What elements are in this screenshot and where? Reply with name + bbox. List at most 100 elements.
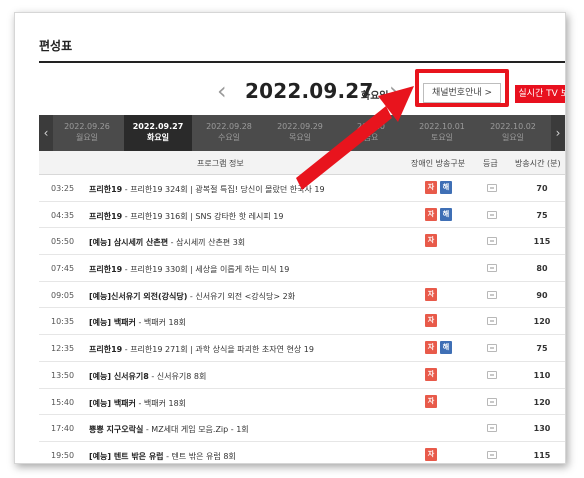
row-program[interactable]: 뿅뿅 지구오락실 - MZ세대 게임 모음.Zip - 1회 [89,424,399,435]
rating-icon [487,397,497,406]
date-tabs: ‹ › 2022.09.26 월요일 2022.09.27 화요일 2022.09.28… [39,115,565,151]
date-tab[interactable]: 2022.09.27 화요일 [124,115,192,151]
program-name: 뿅뿅 지구오락실 [89,425,144,435]
header-rating: 등급 [483,159,498,168]
rating-icon [487,344,497,353]
rating-icon [487,424,497,433]
row-time: 07:45 [51,264,75,274]
program-episode: - 프리한19 316회 | SNS 강타한 핫 레시피 19 [122,211,284,221]
row-time: 10:35 [51,317,75,327]
tabs-prev-icon[interactable]: ‹ [39,115,53,151]
accessibility-badges: 자 [425,367,440,382]
program-episode: - 삼시세끼 산촌편 3회 [168,238,246,248]
tab-date: 2022.10.02 [490,122,536,131]
program-name: [예능] 백패커 [89,398,136,408]
accessibility-badges: 자해 [425,207,455,222]
subtitle-badge: 자 [425,394,437,408]
rating-icon [487,210,497,219]
table-header: 프로그램 정보 장애인 방송구분 등급 방송시간 (분) [39,151,565,175]
tab-weekday: 목요일 [288,133,312,142]
program-episode: - 텐트 밖은 유럽 8회 [163,451,236,461]
current-date: 2022.09.27 [245,79,374,103]
row-program[interactable]: 프리한19 - 프리한19 271회 | 과학 상식을 파괴한 초자연 현상 1… [89,344,399,355]
table-row[interactable]: 03:25 프리한19 - 프리한19 324회 | 광복절 특집! 당신이 몰랐… [39,175,565,202]
row-program[interactable]: 프리한19 - 프리한19 316회 | SNS 강타한 핫 레시피 19 [89,211,399,222]
subtitle-badge: 자 [425,207,437,221]
row-duration: 90 [536,290,548,300]
chevron-left-icon[interactable]: ‹ [217,77,227,105]
date-tab[interactable]: 2022.09.28 수요일 [195,115,263,151]
title-divider [39,61,565,63]
accessibility-badges: 자 [425,234,440,248]
rating-icon [487,237,497,246]
program-name: [예능] 신서유기8 [89,371,149,381]
subtitle-badge: 자 [425,181,437,194]
program-name: 프리한19 [89,211,123,221]
date-tab[interactable]: 2022.09.29 목요일 [266,115,334,151]
date-tab[interactable]: 2022.0 금요 [337,115,405,151]
table-row[interactable]: 15:40 [예능] 백패커 - 백패커 18회 자 120 [39,389,565,416]
row-program[interactable]: [예능] 백패커 - 백패커 18회 [89,317,399,328]
row-time: 05:50 [51,237,75,247]
table-row[interactable]: 13:50 [예능] 신서유기8 - 신서유기8 8회 자 110 [39,362,565,389]
row-program[interactable]: [예능] 텐트 밖은 유럽 - 텐트 밖은 유럽 8회 [89,451,399,462]
tab-date: 2022.09.28 [206,122,252,131]
program-episode: - 프리한19 271회 | 과학 상식을 파괴한 초자연 현상 19 [122,345,314,355]
table-row[interactable]: 12:35 프리한19 - 프리한19 271회 | 과학 상식을 파괴한 초자연… [39,335,565,362]
tab-date: 2022.10.01 [419,122,465,131]
table-row[interactable]: 09:05 [예능]신서유기 외전(강식당) - 신서유기 외전 <강식당> 2화… [39,282,565,309]
row-program[interactable]: [예능] 신서유기8 - 신서유기8 8회 [89,371,399,382]
program-name: 프리한19 [89,265,123,275]
tab-weekday: 월요일 [75,133,99,142]
audio-description-badge: 해 [440,207,452,221]
row-time: 17:40 [51,424,75,434]
program-name: [예능] 삼시세끼 산촌편 [89,238,169,248]
row-program[interactable]: 프리한19 - 프리한19 324회 | 광복절 특집! 당신이 몰랐던 한국사… [89,184,399,195]
tabs-next-icon[interactable]: › [551,115,565,151]
audio-description-badge: 해 [440,181,452,194]
row-duration: 75 [536,344,548,354]
rating-icon [487,370,497,379]
row-time: 04:35 [51,210,75,220]
program-episode: - 신서유기 외전 <강식당> 2화 [187,291,296,301]
program-episode: - 신서유기8 8회 [148,371,207,381]
subtitle-badge: 자 [425,341,437,355]
row-time: 09:05 [51,290,75,300]
program-episode: - 프리한19 330회 | 세상을 이롭게 하는 미식 19 [122,265,290,275]
row-program[interactable]: 프리한19 - 프리한19 330회 | 세상을 이롭게 하는 미식 19 [89,264,399,275]
accessibility-badges: 자 [425,314,440,328]
rating-icon [487,184,497,192]
table-row[interactable]: 19:50 [예능] 텐트 밖은 유럽 - 텐트 밖은 유럽 8회 자 115 [39,442,565,463]
schedule-list: 03:25 프리한19 - 프리한19 324회 | 광복절 특집! 당신이 몰랐… [39,175,565,463]
date-tab[interactable]: 2022.09.26 월요일 [53,115,121,151]
header-accessibility: 장애인 방송구분 [411,159,466,168]
page-title: 편성표 [39,39,73,53]
date-navigation: ‹ 2022.09.27 화요일 › 채널번호안내 > 실시간 TV 보기 > [39,69,565,109]
row-program[interactable]: [예능]신서유기 외전(강식당) - 신서유기 외전 <강식당> 2화 [89,291,399,302]
program-episode: - 백패커 18회 [135,398,187,408]
table-row[interactable]: 07:45 프리한19 - 프리한19 330회 | 세상을 이롭게 하는 미식 … [39,255,565,282]
table-row[interactable]: 10:35 [예능] 백패커 - 백패커 18회 자 120 [39,308,565,336]
date-tab[interactable]: 2022.10.02 일요일 [479,115,547,151]
highlight-annotation-box [415,69,509,107]
program-name: [예능] 백패커 [89,318,136,328]
table-row[interactable]: 04:35 프리한19 - 프리한19 316회 | SNS 강타한 핫 레시피 … [39,202,565,229]
live-tv-button[interactable]: 실시간 TV 보기 > [515,85,565,103]
row-duration: 120 [533,317,551,327]
program-episode: - 프리한19 324회 | 광복절 특집! 당신이 몰랐던 한국사 19 [122,185,325,194]
accessibility-badges: 자 [425,394,440,409]
accessibility-badges: 자해 [425,341,455,355]
table-row[interactable]: 17:40 뿅뿅 지구오락실 - MZ세대 게임 모음.Zip - 1회 130 [39,415,565,442]
row-program[interactable]: [예능] 백패커 - 백패커 18회 [89,398,399,409]
header-duration: 방송시간 (분) [515,159,561,168]
chevron-right-icon[interactable]: › [389,77,399,105]
tab-weekday: 일요일 [501,133,525,142]
date-tab[interactable]: 2022.10.01 토요일 [408,115,476,151]
tab-date: 2022.09.27 [132,122,184,131]
tab-weekday: 수요일 [217,133,241,142]
table-row[interactable]: 05:50 [예능] 삼시세끼 산촌편 - 삼시세끼 산촌편 3회 자 115 [39,228,565,256]
row-time: 13:50 [51,370,75,380]
program-name: [예능]신서유기 외전(강식당) [89,291,188,301]
row-time: 12:35 [51,344,75,354]
row-program[interactable]: [예능] 삼시세끼 산촌편 - 삼시세끼 산촌편 3회 [89,237,399,248]
